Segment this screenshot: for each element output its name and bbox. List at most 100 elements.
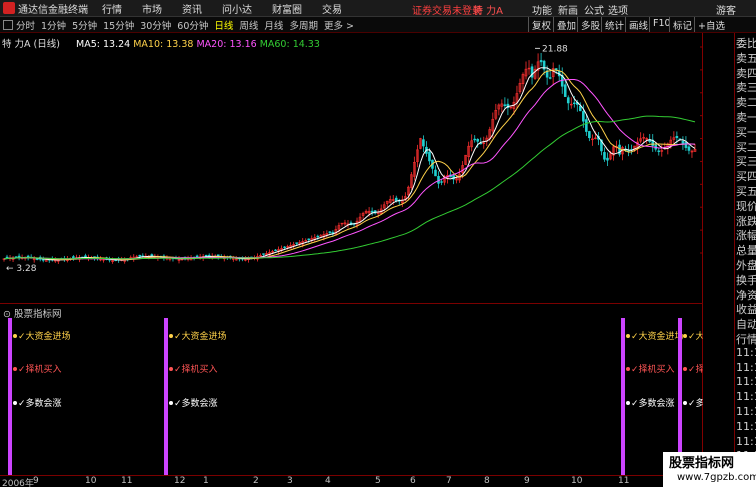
signal-label: ✓择机买入	[688, 363, 703, 375]
quote-field: 收益	[736, 303, 756, 317]
candle-body	[72, 256, 75, 259]
candle-body	[283, 246, 286, 249]
layout-icon[interactable]	[3, 19, 13, 30]
candle-body	[17, 255, 21, 258]
quote-field: 总量	[736, 244, 756, 258]
date-label: 9	[524, 476, 530, 486]
menu-guest[interactable]: 游客	[716, 2, 736, 17]
watermark-line1: 股票指标网	[669, 456, 735, 471]
signal-bar	[164, 318, 168, 476]
menu-new[interactable]: 新画	[558, 2, 578, 17]
signal-label: ✓择机买入	[174, 363, 218, 375]
menu-quotes[interactable]: 行情	[102, 1, 122, 16]
date-label: 11	[618, 476, 630, 486]
period-monthly[interactable]: 月线	[264, 18, 283, 32]
quote-panel: 委比 卖五 卖四 卖三 卖二 卖一 买一 买二 买三 买四 买五 现价 涨跌 涨幅 总量 外盘 换手 净资 收益 自动…	[734, 33, 756, 475]
watermark-line2: www.7gpzb.com	[677, 472, 756, 483]
quote-field: 卖二	[736, 96, 756, 110]
login-warning[interactable]: 证券交易未登录	[412, 2, 482, 17]
candle-body	[319, 235, 323, 237]
date-label: 5	[375, 476, 381, 486]
date-label: 4	[325, 476, 331, 486]
menu-wealth[interactable]: 财富圈	[272, 1, 302, 16]
signal-dot	[169, 334, 173, 338]
date-label: 10	[85, 476, 97, 486]
menu-ask[interactable]: 问小达	[222, 1, 252, 16]
signal-dot	[13, 401, 17, 405]
date-label: 10	[571, 476, 583, 486]
candle-body	[588, 131, 591, 139]
candle-body	[440, 181, 443, 183]
tool-stats[interactable]: 统计	[601, 17, 627, 32]
tool-mark[interactable]: 标记	[669, 17, 695, 32]
candle-body	[585, 119, 588, 132]
menu-news[interactable]: 资讯	[182, 1, 202, 16]
signal-dot	[683, 367, 687, 371]
signal-bar	[8, 318, 12, 476]
quote-field: 涨跌	[736, 214, 756, 228]
quote-field: 现价	[736, 199, 756, 213]
candle-body	[476, 139, 480, 142]
signal-dot	[626, 334, 630, 338]
signal-label: ✓大资金进场	[631, 330, 684, 342]
ma60-line	[3, 115, 696, 260]
period-5min[interactable]: 5分钟	[72, 18, 97, 32]
candle-body	[316, 235, 320, 238]
kline-chart[interactable]: 特 力A (日线) MA5: 13.24 MA10: 13.38 MA20: 1…	[0, 33, 703, 303]
period-more[interactable]: 更多 >	[324, 18, 354, 32]
tool-overlay[interactable]: 叠加	[553, 17, 579, 32]
candle-body	[606, 157, 609, 161]
signal-dot	[683, 401, 687, 405]
indicator-panel[interactable]: ⊙ 股票指标网 ✓大资金进场 ✓择机买入 ✓多数会涨 ✓大资金进场 ✓择机买入 ✓多数会涨…	[0, 303, 703, 476]
signal-label: ✓多数会涨	[631, 397, 675, 409]
candle-body	[563, 84, 567, 97]
period-1min[interactable]: 1分钟	[41, 18, 66, 32]
candle-body	[328, 231, 332, 233]
signal-label: ✓大资金进场	[688, 330, 703, 342]
candle-body	[437, 175, 440, 184]
app-logo-icon	[3, 2, 15, 14]
quote-field: 换手	[736, 273, 756, 287]
candle-body	[582, 111, 585, 122]
watermark: 股票指标网 www.7gpzb.com	[663, 452, 756, 487]
candle-body	[566, 97, 570, 104]
tool-adjust[interactable]: 复权	[528, 17, 554, 32]
signal-dot	[169, 401, 173, 405]
candle-body	[572, 102, 576, 105]
candle-body	[554, 68, 558, 70]
current-stock: 特 力A	[473, 6, 504, 17]
period-tick[interactable]: 分时	[16, 18, 35, 32]
signal-dot	[169, 367, 173, 371]
quote-field: 委比	[736, 37, 756, 50]
period-multi[interactable]: 多周期	[289, 18, 318, 32]
date-label: 7	[446, 476, 452, 486]
period-weekly[interactable]: 周线	[239, 18, 258, 32]
signal-dot	[13, 367, 17, 371]
quote-field: 自动	[736, 318, 756, 332]
indicator-svg: ✓大资金进场 ✓择机买入 ✓多数会涨 ✓大资金进场 ✓择机买入 ✓多数会涨 ✓大资金进场 ✓择…	[8, 304, 703, 476]
menu-options[interactable]: 选项	[608, 2, 628, 17]
menu-formula[interactable]: 公式	[584, 2, 604, 17]
candle-body	[295, 242, 298, 244]
period-daily[interactable]: 日线	[214, 18, 233, 32]
menu-trade[interactable]: 交易	[322, 1, 342, 16]
candle-body	[675, 135, 679, 138]
tool-add-watchlist[interactable]: +自选	[694, 17, 728, 32]
menu-function[interactable]: 功能	[532, 2, 552, 17]
quote-field: 11:1	[736, 360, 756, 374]
period-30min[interactable]: 30分钟	[140, 18, 171, 32]
period-15min[interactable]: 15分钟	[103, 18, 134, 32]
date-label: 8	[484, 476, 490, 486]
quote-field: 11:1	[736, 419, 756, 433]
candle-body	[274, 249, 277, 252]
quote-field: 买四	[736, 170, 756, 184]
app-title: 通达信金融终端	[18, 4, 88, 16]
candle-body	[434, 169, 437, 177]
tool-multi-stock[interactable]: 多股	[577, 17, 603, 32]
menu-market[interactable]: 市场	[142, 1, 162, 16]
date-label: 1	[203, 476, 209, 486]
tool-draw[interactable]: 画线	[625, 17, 651, 32]
low-label: ← 3.28	[6, 264, 37, 274]
ma20-line	[3, 79, 696, 260]
period-60min[interactable]: 60分钟	[177, 18, 208, 32]
